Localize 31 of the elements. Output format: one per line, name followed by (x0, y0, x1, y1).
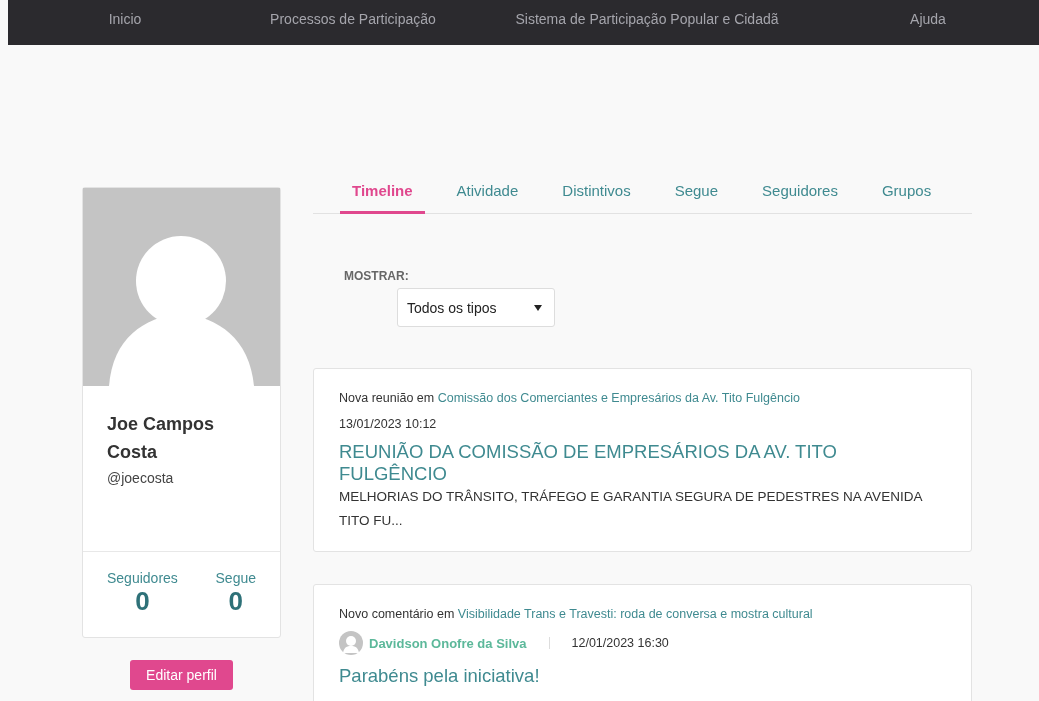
stat-label[interactable]: Segue (215, 570, 256, 586)
stat-count: 0 (228, 586, 243, 617)
nav-link[interactable]: Ajuda (910, 11, 946, 27)
type-select[interactable]: Todos os tipos (397, 288, 555, 327)
meeting-title[interactable]: REUNIÃO DA COMISSÃO DE EMPRESÁRIOS DA AV. TITO FULGÊNCIO (339, 441, 946, 485)
tab[interactable]: Seguidores (750, 172, 850, 214)
date-text: 13/01/2023 10:12 (339, 417, 438, 431)
activity-line: Novo comentário em Visibilidade Trans e Travesti: roda de conversa e mostra cultural (339, 607, 814, 621)
comment-text: Parabéns pela iniciativa! (339, 665, 541, 687)
tab[interactable]: Segue (662, 172, 731, 214)
tab[interactable]: Atividade (444, 172, 531, 214)
date-text: 12/01/2023 16:30 (571, 636, 669, 650)
tab[interactable]: Grupos (869, 172, 944, 214)
activity-link[interactable]: Visibilidade Trans e Travesti: roda de conversa e mostra cultural (457, 607, 813, 621)
author-link[interactable]: Davidson Onofre da Silva (369, 635, 527, 651)
nav-link[interactable]: Processos de Participação (270, 11, 436, 27)
profile-handle: @joecosta (107, 470, 175, 486)
meeting-description: MELHORIAS DO TRÂNSITO, TRÁFEGO E GARANTIA SEGURA DE PEDESTRES NA AVENIDA TITO FU... (339, 488, 924, 530)
edit-profile-button[interactable]: Editar perfil (130, 660, 233, 690)
user-avatar-icon (339, 631, 363, 655)
activity-link[interactable]: Comissão dos Comerciantes e Empresários da Av. Tito Fulgêncio (437, 391, 800, 405)
caret-icon (534, 304, 542, 311)
stat-label[interactable]: Seguidores (107, 570, 178, 586)
nav-link[interactable]: Inicio (108, 11, 142, 27)
stat-count: 0 (135, 586, 150, 617)
filter-label: MOSTRAR: (344, 269, 410, 283)
profile-name: Joe Campos Costa (107, 413, 216, 464)
tab[interactable]: Timeline (340, 172, 425, 214)
nav-link[interactable]: Sistema de Participação Popular e Cidadã (515, 11, 779, 27)
tab[interactable]: Distintivos (550, 172, 643, 214)
activity-line: Nova reunião em Comissão dos Comerciantes e Empresários da Av. Tito Fulgêncio (339, 391, 801, 405)
